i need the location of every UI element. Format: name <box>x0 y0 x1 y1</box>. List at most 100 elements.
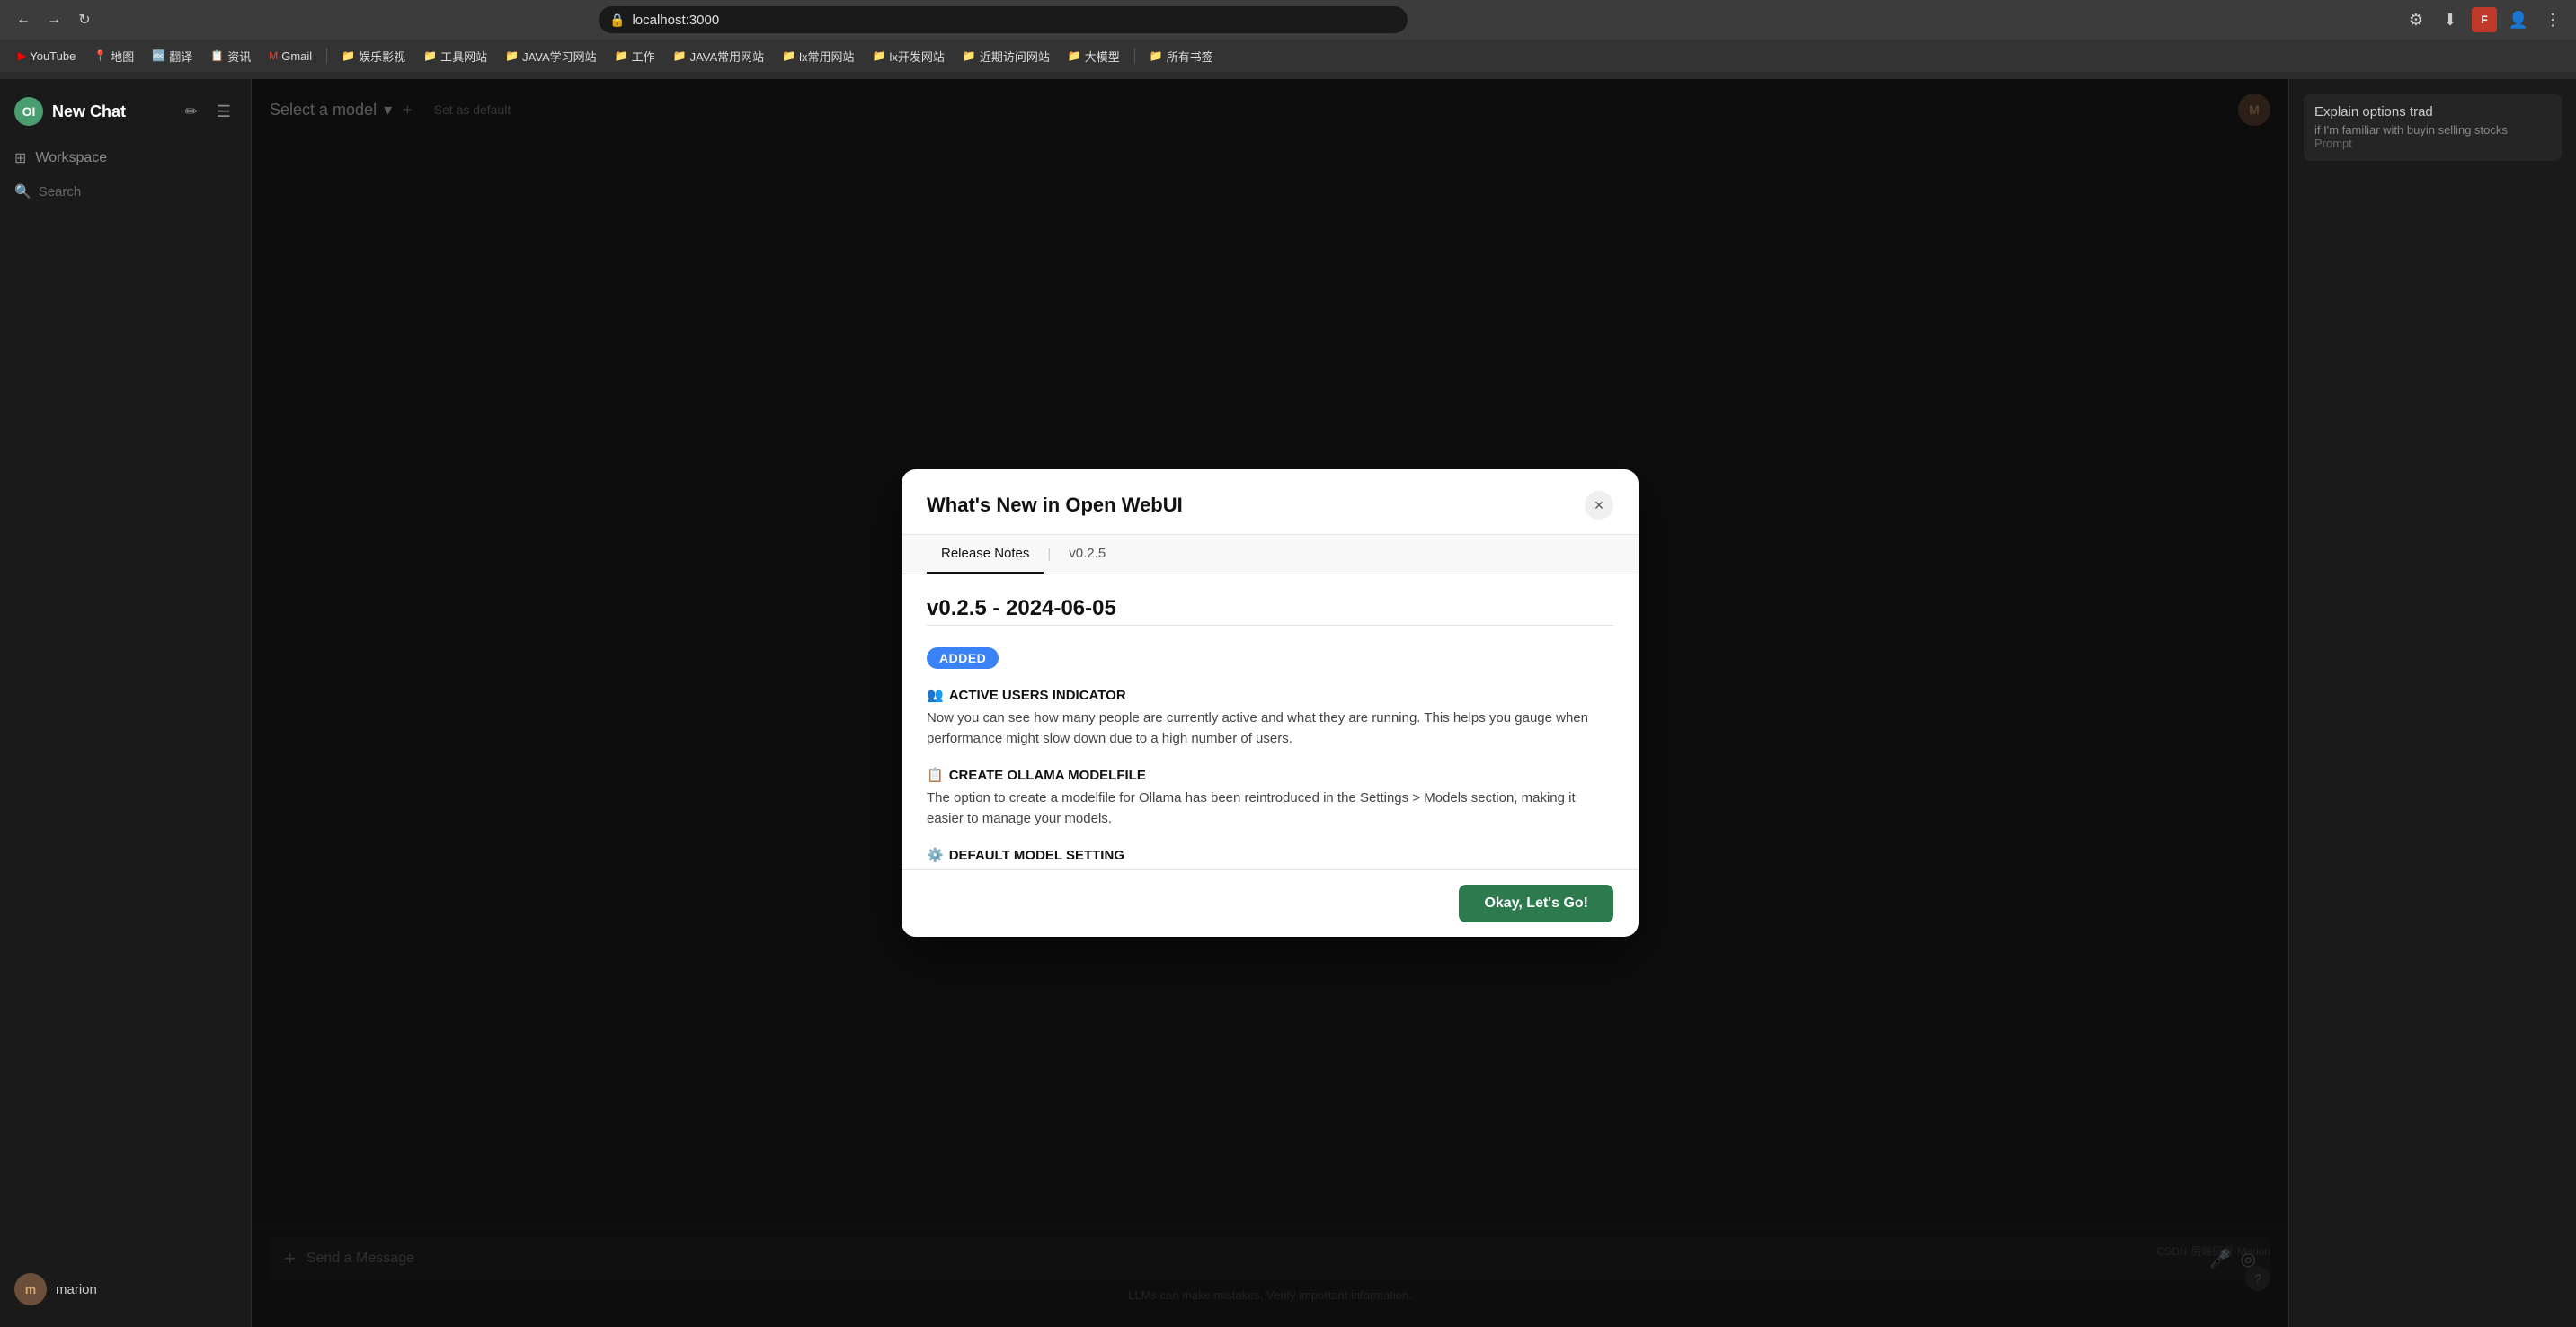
panel-explain-options[interactable]: Explain options trad if I'm familiar wit… <box>2304 94 2562 161</box>
bookmark-java-learn[interactable]: 📁 JAVA学习网站 <box>498 45 604 67</box>
modal-title: What's New in Open WebUI <box>927 494 1183 517</box>
modal-close-button[interactable]: × <box>1585 491 1613 520</box>
bookmark-tools[interactable]: 📁 工具网站 <box>416 45 494 67</box>
folder-icon-4: 📁 <box>615 49 628 62</box>
feedly-icon[interactable]: F <box>2472 7 2497 32</box>
search-icon: 🔍 <box>14 183 31 200</box>
feature-title-3: ⚙️ DEFAULT MODEL SETTING <box>927 847 1613 863</box>
bookmark-entertainment[interactable]: 📁 娱乐影视 <box>334 45 413 67</box>
address-bar[interactable]: 🔒 localhost:3000 <box>599 6 1408 33</box>
bookmark-all-label: 所有书签 <box>1167 48 1213 65</box>
bookmark-entertainment-label: 娱乐影视 <box>359 48 405 65</box>
menu-icon[interactable]: ⋮ <box>2540 7 2565 32</box>
bookmark-separator-2 <box>1134 48 1135 64</box>
feature-emoji-2: 📋 <box>927 767 944 783</box>
bookmark-work[interactable]: 📁 工作 <box>608 45 662 67</box>
bookmark-all[interactable]: 📁 所有书签 <box>1142 45 1221 67</box>
bookmark-java-common[interactable]: 📁 JAVA常用网站 <box>666 45 772 67</box>
bookmark-recent[interactable]: 📁 近期访问网站 <box>955 45 1057 67</box>
feature-desc-1: Now you can see how many people are curr… <box>927 708 1613 749</box>
workspace-icon: ⊞ <box>14 149 26 167</box>
search-placeholder: Search <box>39 184 82 200</box>
back-button[interactable]: ← <box>11 7 36 32</box>
browser-chrome: ← → ↻ 🔒 localhost:3000 ⚙ ⬇ F 👤 ⋮ ▶ YouTu… <box>0 0 2576 79</box>
feature-title-1: 👥 ACTIVE USERS INDICATOR <box>927 687 1613 703</box>
browser-toolbar: ← → ↻ 🔒 localhost:3000 ⚙ ⬇ F 👤 ⋮ <box>0 0 2576 40</box>
bookmark-news-label: 资讯 <box>227 48 251 65</box>
bookmark-map-label: 地图 <box>111 48 134 65</box>
bookmarks-bar: ▶ YouTube 📍 地图 🔤 翻译 📋 资讯 M Gmail 📁 娱乐影视 … <box>0 40 2576 72</box>
release-date: v0.2.5 - 2024-06-05 <box>927 596 1613 629</box>
tab-release-notes[interactable]: Release Notes <box>927 535 1044 574</box>
refresh-button[interactable]: ↻ <box>72 7 97 32</box>
modal-footer: Okay, Let's Go! <box>902 869 1639 937</box>
folder-icon-7: 📁 <box>873 49 886 62</box>
modal: What's New in Open WebUI × Release Notes… <box>902 469 1639 937</box>
feature-modelfile: 📋 CREATE OLLAMA MODELFILE The option to … <box>927 767 1613 829</box>
modal-tabs: Release Notes | v0.2.5 <box>902 535 1639 574</box>
workspace-label: Workspace <box>35 150 107 166</box>
bookmark-separator-1 <box>326 48 327 64</box>
news-icon: 📋 <box>210 49 224 62</box>
gmail-icon: M <box>269 49 278 62</box>
browser-actions: ⚙ ⬇ F 👤 ⋮ <box>2403 7 2565 32</box>
sidebar: OI New Chat ✏ ☰ ⊞ Workspace 🔍 Search m m… <box>0 79 252 1327</box>
edit-icon[interactable]: ✏ <box>179 99 204 124</box>
folder-icon-all: 📁 <box>1150 49 1163 62</box>
panel-item-label-1: Prompt <box>2314 137 2551 150</box>
bookmark-translate-label: 翻译 <box>169 48 192 65</box>
folder-icon-1: 📁 <box>342 49 355 62</box>
main-content: Select a model ▾ + Set as default M What… <box>252 79 2288 1327</box>
bookmark-gmail-label: Gmail <box>281 49 312 63</box>
profile-icon[interactable]: 👤 <box>2506 7 2531 32</box>
modal-body[interactable]: v0.2.5 - 2024-06-05 ADDED 👥 ACTIVE USERS… <box>902 574 1639 869</box>
sidebar-header: OI New Chat ✏ ☰ <box>0 90 251 140</box>
new-chat-button[interactable]: OI New Chat <box>14 97 179 126</box>
bookmark-llm[interactable]: 📁 大模型 <box>1061 45 1127 67</box>
tab-version[interactable]: v0.2.5 <box>1054 535 1120 574</box>
ok-button[interactable]: Okay, Let's Go! <box>1459 885 1613 922</box>
folder-icon-5: 📁 <box>673 49 687 62</box>
right-panel: Explain options trad if I'm familiar wit… <box>2288 79 2576 1327</box>
sidebar-item-workspace[interactable]: ⊞ Workspace <box>0 140 251 176</box>
extensions-icon[interactable]: ⚙ <box>2403 7 2429 32</box>
bookmark-lx-common-label: lx常用网站 <box>799 48 854 65</box>
bookmark-gmail[interactable]: M Gmail <box>262 47 319 66</box>
nav-buttons: ← → ↻ <box>11 7 97 32</box>
url-text: localhost:3000 <box>632 13 719 28</box>
folder-icon-3: 📁 <box>505 49 519 62</box>
panel-item-title-1: Explain options trad <box>2314 104 2551 120</box>
download-icon[interactable]: ⬇ <box>2438 7 2463 32</box>
bookmark-lx-dev[interactable]: 📁 lx开发网站 <box>866 45 952 67</box>
bookmark-youtube[interactable]: ▶ YouTube <box>11 47 83 66</box>
tab-separator: | <box>1044 536 1054 573</box>
bookmark-translate[interactable]: 🔤 翻译 <box>145 45 200 67</box>
new-chat-icon: OI <box>14 97 43 126</box>
bookmark-map[interactable]: 📍 地图 <box>86 45 141 67</box>
bookmark-tools-label: 工具网站 <box>440 48 487 65</box>
feature-title-2: 📋 CREATE OLLAMA MODELFILE <box>927 767 1613 783</box>
folder-icon-6: 📁 <box>782 49 795 62</box>
modal-header: What's New in Open WebUI × <box>902 469 1639 535</box>
bookmark-lx-common[interactable]: 📁 lx常用网站 <box>775 45 861 67</box>
feature-default-model: ⚙️ DEFAULT MODEL SETTING Added an option… <box>927 847 1613 869</box>
bookmark-youtube-label: YouTube <box>30 49 76 63</box>
sidebar-footer[interactable]: m marion <box>0 1262 251 1316</box>
search-bar[interactable]: 🔍 Search <box>0 176 251 207</box>
menu-lines-icon[interactable]: ☰ <box>211 99 236 124</box>
folder-icon-2: 📁 <box>423 49 437 62</box>
close-icon: × <box>1594 496 1604 515</box>
user-name: marion <box>56 1282 97 1297</box>
bookmark-llm-label: 大模型 <box>1085 48 1120 65</box>
bookmark-java-learn-label: JAVA学习网站 <box>522 48 597 65</box>
bookmark-lx-dev-label: lx开发网站 <box>889 48 944 65</box>
divider <box>927 625 1613 626</box>
new-chat-label: New Chat <box>52 102 126 121</box>
youtube-icon: ▶ <box>18 49 26 62</box>
feature-emoji-3: ⚙️ <box>927 847 944 863</box>
feature-desc-2: The option to create a modelfile for Oll… <box>927 788 1613 829</box>
feature-active-users: 👥 ACTIVE USERS INDICATOR Now you can see… <box>927 687 1613 749</box>
translate-icon: 🔤 <box>152 49 165 62</box>
bookmark-news[interactable]: 📋 资讯 <box>203 45 258 67</box>
forward-button[interactable]: → <box>41 7 67 32</box>
